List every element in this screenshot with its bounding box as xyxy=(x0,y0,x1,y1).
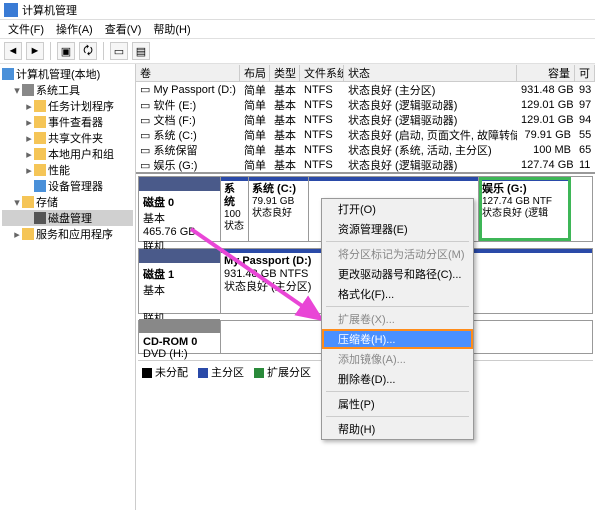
volume-row[interactable]: ▭ 软件 (E:)简单基本NTFS状态良好 (逻辑驱动器)129.01 GB97 xyxy=(136,97,595,112)
ctx-extend: 扩展卷(X)... xyxy=(322,309,473,329)
partition[interactable]: 娱乐 (G:)127.74 GB NTF状态良好 (逻辑 xyxy=(479,177,571,241)
nav-tree[interactable]: 计算机管理(本地) ▾系统工具 ▸任务计划程序 ▸事件查看器 ▸共享文件夹 ▸本… xyxy=(0,64,136,510)
tb-refresh-icon[interactable]: 🗘 xyxy=(79,42,97,60)
tree-systools[interactable]: ▾系统工具 xyxy=(2,82,133,98)
tree-storage[interactable]: ▾存储 xyxy=(2,194,133,210)
col-cap[interactable]: 容量 xyxy=(517,65,575,81)
app-icon xyxy=(4,3,18,17)
menu-action[interactable]: 操作(A) xyxy=(50,21,99,37)
legend-item: 未分配 xyxy=(142,364,188,380)
tree-services[interactable]: ▸服务和应用程序 xyxy=(2,226,133,242)
ctx-active: 将分区标记为活动分区(M) xyxy=(322,244,473,264)
tree-diskmgmt[interactable]: 磁盘管理 xyxy=(2,210,133,226)
ctx-sep xyxy=(326,416,469,417)
ctx-explorer[interactable]: 资源管理器(E) xyxy=(322,219,473,239)
col-vol[interactable]: 卷 xyxy=(136,65,240,81)
volume-list: 卷 布局 类型 文件系统 状态 容量 可 ▭ My Passport (D:)简… xyxy=(136,64,595,174)
ctx-format[interactable]: 格式化(F)... xyxy=(322,284,473,304)
col-fs[interactable]: 文件系统 xyxy=(300,65,344,81)
tree-shared[interactable]: ▸共享文件夹 xyxy=(2,130,133,146)
volume-row[interactable]: ▭ 文档 (F:)简单基本NTFS状态良好 (逻辑驱动器)129.01 GB94 xyxy=(136,112,595,127)
window-title: 计算机管理 xyxy=(22,2,77,18)
tree-root[interactable]: 计算机管理(本地) xyxy=(2,66,133,82)
ctx-sep xyxy=(326,391,469,392)
tb-view1-icon[interactable]: ▭ xyxy=(110,42,128,60)
col-pct[interactable]: 可 xyxy=(575,65,595,81)
col-lay[interactable]: 布局 xyxy=(240,65,270,81)
context-menu: 打开(O) 资源管理器(E) 将分区标记为活动分区(M) 更改驱动器号和路径(C… xyxy=(321,198,474,440)
ctx-properties[interactable]: 属性(P) xyxy=(322,394,473,414)
tree-task[interactable]: ▸任务计划程序 xyxy=(2,98,133,114)
disk-1-head: 磁盘 1 基本 联机 xyxy=(139,249,221,313)
partition[interactable]: 系统100状态 xyxy=(221,177,249,241)
ctx-mirror: 添加镜像(A)... xyxy=(322,349,473,369)
volume-list-header: 卷 布局 类型 文件系统 状态 容量 可 xyxy=(136,64,595,82)
col-st[interactable]: 状态 xyxy=(344,65,517,81)
tree-users[interactable]: ▸本地用户和组 xyxy=(2,146,133,162)
ctx-sep xyxy=(326,241,469,242)
ctx-help[interactable]: 帮助(H) xyxy=(322,419,473,439)
ctx-sep xyxy=(326,306,469,307)
volume-row[interactable]: ▭ 系统 (C:)简单基本NTFS状态良好 (启动, 页面文件, 故障转储, 主… xyxy=(136,127,595,142)
menu-help[interactable]: 帮助(H) xyxy=(147,21,196,37)
col-typ[interactable]: 类型 xyxy=(270,65,300,81)
menu-view[interactable]: 查看(V) xyxy=(99,21,148,37)
titlebar: 计算机管理 xyxy=(0,0,595,20)
tb-view2-icon[interactable]: ▤ xyxy=(132,42,150,60)
legend-item: 扩展分区 xyxy=(254,364,311,380)
volume-list-body[interactable]: ▭ My Passport (D:)简单基本NTFS状态良好 (主分区)931.… xyxy=(136,82,595,172)
toolbar: ◄ ► ▣ 🗘 ▭ ▤ xyxy=(0,38,595,64)
tree-event[interactable]: ▸事件查看器 xyxy=(2,114,133,130)
tb-back-icon[interactable]: ◄ xyxy=(4,42,22,60)
tb-fwd-icon[interactable]: ► xyxy=(26,42,44,60)
tb-sep xyxy=(103,42,104,60)
ctx-shrink[interactable]: 压缩卷(H)... xyxy=(322,329,473,349)
volume-row[interactable]: ▭ 系统保留简单基本NTFS状态良好 (系统, 活动, 主分区)100 MB65 xyxy=(136,142,595,157)
ctx-change-letter[interactable]: 更改驱动器号和路径(C)... xyxy=(322,264,473,284)
ctx-delete[interactable]: 删除卷(D)... xyxy=(322,369,473,389)
tb-up-icon[interactable]: ▣ xyxy=(57,42,75,60)
ctx-open[interactable]: 打开(O) xyxy=(322,199,473,219)
menu-file[interactable]: 文件(F) xyxy=(2,21,50,37)
disk-0-head: 磁盘 0 基本 465.76 GB 联机 xyxy=(139,177,221,241)
tb-sep xyxy=(50,42,51,60)
volume-row[interactable]: ▭ My Passport (D:)简单基本NTFS状态良好 (主分区)931.… xyxy=(136,82,595,97)
legend-item: 主分区 xyxy=(198,364,244,380)
main-split: 计算机管理(本地) ▾系统工具 ▸任务计划程序 ▸事件查看器 ▸共享文件夹 ▸本… xyxy=(0,64,595,510)
partition[interactable]: 系统 (C:)79.91 GB状态良好 xyxy=(249,177,309,241)
cdrom-head: CD-ROM 0 DVD (H:) xyxy=(139,321,221,353)
volume-row[interactable]: ▭ 娱乐 (G:)简单基本NTFS状态良好 (逻辑驱动器)127.74 GB11 xyxy=(136,157,595,172)
menubar: 文件(F) 操作(A) 查看(V) 帮助(H) xyxy=(0,20,595,38)
tree-perf[interactable]: ▸性能 xyxy=(2,162,133,178)
tree-devmgr[interactable]: 设备管理器 xyxy=(2,178,133,194)
